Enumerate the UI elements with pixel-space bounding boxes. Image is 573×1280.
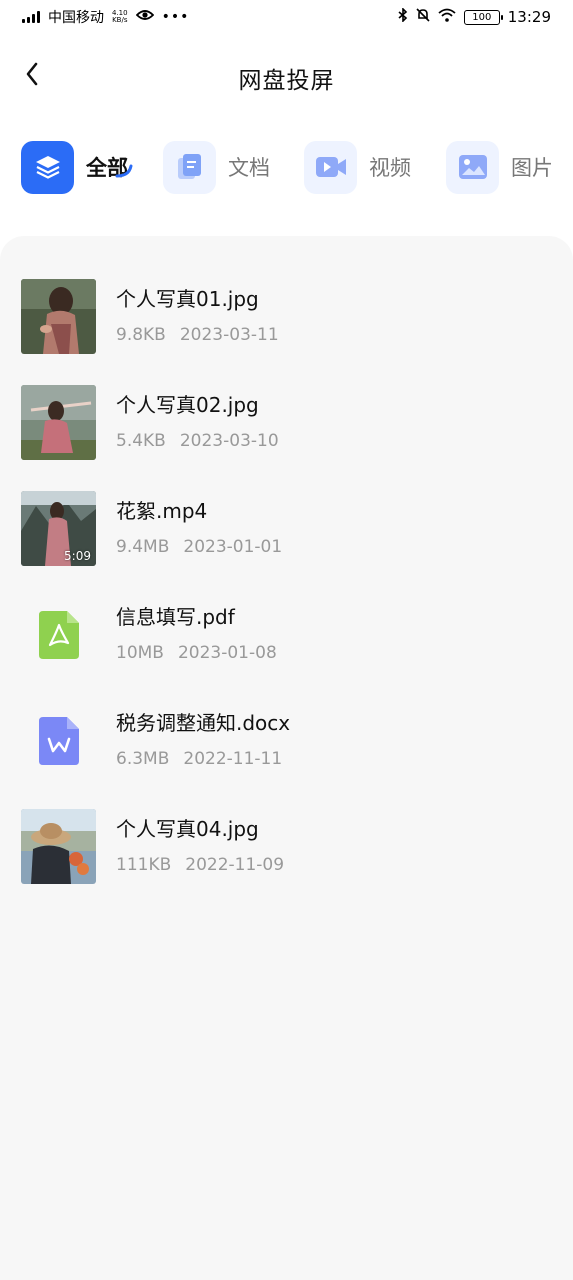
- file-date: 2022-11-09: [185, 855, 285, 875]
- file-meta: 5.4KB 2023-03-10: [116, 431, 279, 451]
- photo-thumbnail: [21, 385, 96, 460]
- video-icon: [304, 140, 357, 194]
- file-size: 5.4KB: [116, 431, 166, 451]
- tab-all[interactable]: 全部: [21, 140, 133, 194]
- back-button[interactable]: [16, 60, 48, 92]
- carrier-label: 中国移动: [48, 10, 104, 26]
- category-tabs: 全部 文档 视频 图片: [0, 140, 573, 196]
- mute-bell-icon: [416, 8, 430, 26]
- layers-icon: [21, 140, 74, 194]
- clock: 13:29: [507, 8, 551, 26]
- header: 网盘投屏: [0, 50, 573, 106]
- file-size: 9.4MB: [116, 537, 170, 557]
- tab-videos[interactable]: 视频: [304, 140, 411, 194]
- bluetooth-icon: [398, 7, 408, 26]
- photo-thumbnail: [21, 279, 96, 354]
- tab-label: 图片: [511, 156, 553, 180]
- video-duration: 5:09: [64, 549, 91, 563]
- battery-icon: 100: [463, 9, 503, 25]
- word-icon: [21, 703, 96, 778]
- tab-label: 文档: [228, 156, 270, 180]
- file-meta: 9.4MB 2023-01-01: [116, 537, 282, 557]
- file-date: 2023-03-11: [179, 325, 279, 345]
- chevron-left-icon: [25, 62, 39, 90]
- file-size: 9.8KB: [116, 325, 166, 345]
- file-meta: 9.8KB 2023-03-11: [116, 325, 279, 345]
- file-size: 10MB: [116, 643, 164, 663]
- list-item[interactable]: 个人写真01.jpg 9.8KB 2023-03-11: [0, 279, 573, 369]
- tab-images[interactable]: 图片: [446, 140, 553, 194]
- file-date: 2023-03-10: [179, 431, 279, 451]
- status-bar: 中国移动 4.10 KB/s ••• 100 13:29: [0, 0, 573, 34]
- file-size: 6.3MB: [116, 749, 170, 769]
- tab-label: 视频: [369, 156, 411, 180]
- signal-icon: [22, 11, 40, 23]
- file-meta: 111KB 2022-11-09: [116, 855, 284, 875]
- page-title: 网盘投屏: [238, 68, 335, 94]
- file-name: 个人写真01.jpg: [116, 287, 259, 311]
- file-date: 2022-11-11: [183, 749, 283, 769]
- wifi-icon: [438, 8, 456, 26]
- eye-icon: [135, 9, 154, 25]
- list-item[interactable]: 5:09 花絮.mp4 9.4MB 2023-01-01: [0, 491, 573, 581]
- list-item[interactable]: 税务调整通知.docx 6.3MB 2022-11-11: [0, 703, 573, 793]
- list-item[interactable]: 个人写真04.jpg 111KB 2022-11-09: [0, 809, 573, 899]
- file-name: 个人写真04.jpg: [116, 817, 259, 841]
- file-date: 2023-01-08: [177, 643, 277, 663]
- tab-documents[interactable]: 文档: [163, 140, 270, 194]
- file-name: 个人写真02.jpg: [116, 393, 259, 417]
- list-item[interactable]: 信息填写.pdf 10MB 2023-01-08: [0, 597, 573, 687]
- pdf-icon: [21, 597, 96, 672]
- active-tab-indicator: [115, 164, 133, 178]
- file-list-panel: 个人写真01.jpg 9.8KB 2023-03-11 个人写真02.jpg 5…: [0, 236, 573, 1280]
- photo-thumbnail: [21, 809, 96, 884]
- file-name: 花絮.mp4: [116, 499, 208, 523]
- file-meta: 6.3MB 2022-11-11: [116, 749, 282, 769]
- video-thumbnail: 5:09: [21, 491, 96, 566]
- file-name: 信息填写.pdf: [116, 605, 235, 629]
- file-name: 税务调整通知.docx: [116, 711, 291, 735]
- file-meta: 10MB 2023-01-08: [116, 643, 277, 663]
- more-dots-icon: •••: [161, 9, 190, 25]
- net-speed: 4.10 KB/s: [112, 9, 128, 24]
- document-icon: [163, 140, 216, 194]
- file-date: 2023-01-01: [183, 537, 283, 557]
- image-icon: [446, 140, 499, 194]
- file-size: 111KB: [116, 855, 172, 875]
- list-item[interactable]: 个人写真02.jpg 5.4KB 2023-03-10: [0, 385, 573, 475]
